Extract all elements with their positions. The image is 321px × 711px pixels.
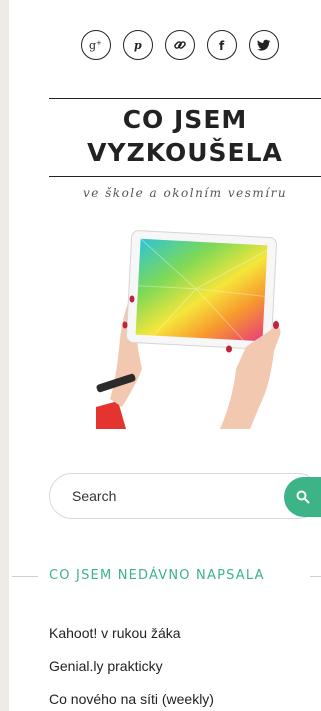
- heading-rule-right: [310, 576, 321, 577]
- site-tagline: ve škole a okolním vesmíru: [82, 186, 288, 200]
- heading-rule-left: [12, 576, 38, 577]
- recent-posts-title: CO JSEM NEDÁVNO NAPSALA: [49, 568, 265, 583]
- svg-text:g: g: [89, 39, 96, 52]
- google-plus-icon[interactable]: g +: [81, 30, 111, 60]
- header-image-tablet: [96, 230, 281, 429]
- recent-post-link[interactable]: Co nového na síti (weekly): [49, 691, 214, 707]
- site-title-line-2: VYZKOUŠELA: [87, 138, 283, 167]
- search-icon: [296, 490, 309, 504]
- pinterest-icon[interactable]: p: [123, 30, 153, 60]
- search-input[interactable]: [72, 486, 272, 506]
- svg-text:+: +: [96, 39, 102, 47]
- search-button[interactable]: [284, 477, 321, 517]
- site-title[interactable]: CO JSEM VYZKOUŠELA: [49, 98, 321, 177]
- recent-posts-heading: CO JSEM NEDÁVNO NAPSALA: [12, 566, 321, 586]
- facebook-icon[interactable]: f: [207, 30, 237, 60]
- recent-post-link[interactable]: Kahoot! v rukou žáka: [49, 625, 181, 641]
- site-title-line-1: CO JSEM: [122, 105, 248, 134]
- social-links: g + p f: [81, 30, 279, 60]
- search-form: [49, 473, 321, 519]
- svg-text:f: f: [219, 39, 225, 52]
- recent-post-link[interactable]: Genial.ly prakticky: [49, 658, 163, 674]
- left-sidebar-strip: [0, 0, 9, 711]
- svg-text:p: p: [134, 39, 142, 52]
- twitter-icon[interactable]: [249, 30, 279, 60]
- link-icon[interactable]: [165, 30, 195, 60]
